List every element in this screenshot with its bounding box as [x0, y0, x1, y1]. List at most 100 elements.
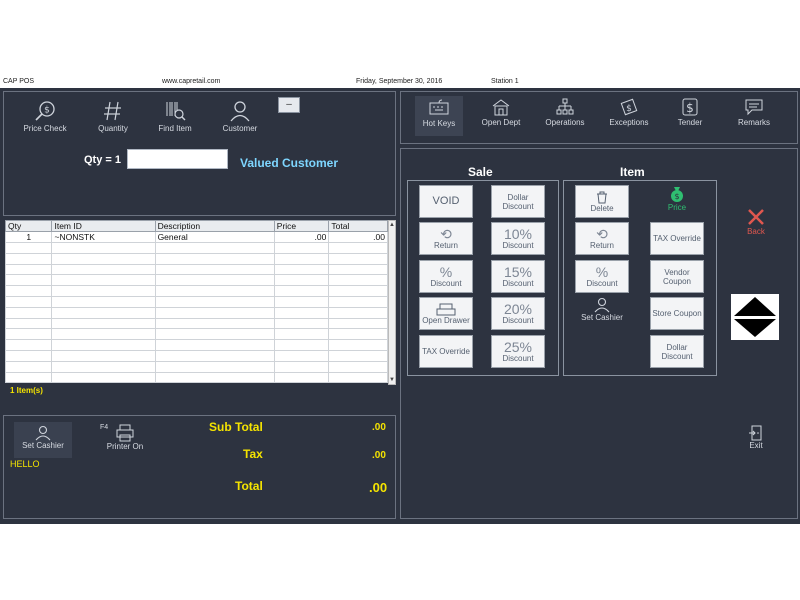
item-dollar-discount-button[interactable]: Dollar Discount — [650, 335, 704, 368]
tab-hot-keys-label: Hot Keys — [422, 119, 456, 128]
subtotal-label: Sub Total — [209, 420, 263, 434]
col-total[interactable]: Total — [328, 220, 388, 232]
discount-button[interactable]: % Discount — [419, 260, 473, 293]
tab-open-dept[interactable]: Open Dept — [477, 98, 525, 127]
subtotal-value: .00 — [372, 422, 386, 433]
scroll-arrows-button[interactable] — [731, 294, 779, 340]
store-coupon-button[interactable]: Store Coupon — [650, 297, 704, 330]
svg-text:$: $ — [626, 104, 632, 114]
quantity-label: Quantity — [98, 124, 128, 133]
sale-tax-override-button[interactable]: TAX Override — [419, 335, 473, 368]
scroll-down-icon[interactable]: ▼ — [389, 377, 395, 383]
find-item-label: Find Item — [158, 124, 192, 133]
table-row[interactable] — [4, 328, 388, 341]
hot-keys-panel: Sale Item VOID ⟲ Return % Discount Open Dr… — [400, 148, 798, 519]
exit-door-icon — [749, 425, 762, 441]
discount-10-value: 10% — [503, 226, 533, 242]
price-check-button[interactable]: $ Price Check — [20, 100, 70, 133]
table-row[interactable] — [4, 263, 388, 276]
col-price[interactable]: Price — [273, 220, 330, 232]
item-title: Item — [620, 165, 645, 179]
website-label: www.capretail.com — [162, 78, 221, 85]
price-button[interactable]: $ Price — [650, 185, 704, 218]
exit-button[interactable]: Exit — [741, 425, 771, 450]
table-row[interactable] — [4, 306, 388, 319]
item-set-cashier-button[interactable]: Set Cashier — [575, 297, 629, 330]
col-qty[interactable]: Qty — [4, 220, 53, 232]
exceptions-icon: $ — [620, 98, 638, 116]
svg-text:$: $ — [674, 192, 679, 201]
scroll-up-icon[interactable]: ▲ — [389, 222, 395, 228]
qty-label: Qty = 1 — [84, 154, 121, 166]
void-button[interactable]: VOID — [419, 185, 473, 218]
price-check-icon: $ — [35, 101, 55, 121]
item-cashier-icon — [594, 297, 610, 313]
totals-panel: Set Cashier HELLO F4 Printer On Sub Tota… — [3, 415, 396, 519]
item-count: 1 Item(s) — [10, 386, 43, 395]
discount-25-button[interactable]: 25% Discount — [491, 335, 545, 368]
tab-exceptions-label: Exceptions — [609, 118, 649, 127]
tab-remarks-label: Remarks — [737, 118, 770, 127]
item-tax-override-button[interactable]: TAX Override — [650, 222, 704, 255]
table-row[interactable] — [4, 349, 388, 362]
col-description[interactable]: Description — [154, 220, 275, 232]
table-row[interactable] — [4, 274, 388, 287]
vendor-coupon-button[interactable]: Vendor Coupon — [650, 260, 704, 293]
table-row[interactable] — [4, 339, 388, 351]
table-row[interactable] — [4, 252, 388, 265]
tab-remarks[interactable]: Remarks — [729, 98, 779, 127]
set-cashier-button[interactable]: Set Cashier — [14, 422, 72, 458]
return-button[interactable]: ⟲ Return — [419, 222, 473, 255]
item-return-label: Return — [589, 241, 614, 250]
return-label: Return — [433, 241, 458, 250]
customer-name: Valued Customer — [240, 156, 339, 170]
discount-20-button[interactable]: 20% Discount — [491, 297, 545, 330]
title-bar: CAP POS www.capretail.com Friday, Septem… — [0, 76, 800, 88]
item-discount-button[interactable]: % Discount — [575, 260, 629, 293]
minus-button[interactable]: – — [278, 97, 300, 113]
row-item-id: ~NONSTK — [51, 231, 156, 243]
barcode-search-icon — [166, 102, 186, 121]
col-item-id[interactable]: Item ID — [51, 220, 156, 232]
quantity-button[interactable]: Quantity — [88, 100, 138, 133]
row-price: .00 — [273, 231, 330, 243]
table-row[interactable] — [4, 317, 388, 330]
discount-20-value: 20% — [503, 301, 533, 317]
customer-label: Customer — [222, 124, 258, 133]
back-label: Back — [747, 227, 765, 236]
discount-25-label: Discount — [502, 354, 534, 363]
printer-label: Printer On — [106, 442, 144, 451]
lookup-panel: $ Price Check Quantity Find Item Custome… — [3, 91, 396, 216]
grid-scrollbar[interactable]: ▲ ▼ — [388, 220, 396, 385]
find-item-button[interactable]: Find Item — [150, 100, 200, 133]
station-label: Station 1 — [491, 78, 519, 85]
delete-button[interactable]: Delete — [575, 185, 629, 218]
tab-exceptions[interactable]: $ Exceptions — [604, 98, 654, 127]
printer-button[interactable]: Printer On — [104, 424, 146, 451]
discount-10-label: Discount — [502, 241, 534, 250]
tab-tender[interactable]: $ Tender — [666, 98, 714, 127]
table-row[interactable] — [4, 285, 388, 297]
table-row[interactable] — [4, 371, 388, 384]
open-drawer-button[interactable]: Open Drawer — [419, 297, 473, 330]
discount-10-button[interactable]: 10% Discount — [491, 222, 545, 255]
item-return-button[interactable]: ⟲ Return — [575, 222, 629, 255]
table-row[interactable] — [4, 242, 388, 254]
exit-label: Exit — [749, 441, 763, 450]
tab-hot-keys[interactable]: Hot Keys — [415, 96, 463, 136]
item-grid: Qty Item ID Description Price Total 1 ~N… — [4, 220, 388, 384]
table-row[interactable]: 1 ~NONSTK General .00 .00 — [4, 231, 388, 243]
tab-operations[interactable]: Operations — [540, 98, 590, 127]
price-check-label: Price Check — [23, 124, 67, 133]
back-button[interactable]: Back — [741, 207, 771, 236]
qty-input[interactable] — [127, 149, 228, 169]
customer-button[interactable]: Customer — [215, 100, 265, 133]
discount-20-label: Discount — [502, 316, 534, 325]
tab-operations-label: Operations — [545, 118, 585, 127]
table-row[interactable] — [4, 295, 388, 308]
discount-15-button[interactable]: 15% Discount — [491, 260, 545, 293]
discount-25-value: 25% — [503, 339, 533, 355]
table-row[interactable] — [4, 360, 388, 373]
sale-dollar-discount-button[interactable]: Dollar Discount — [491, 185, 545, 218]
set-cashier-label: Set Cashier — [22, 441, 64, 450]
